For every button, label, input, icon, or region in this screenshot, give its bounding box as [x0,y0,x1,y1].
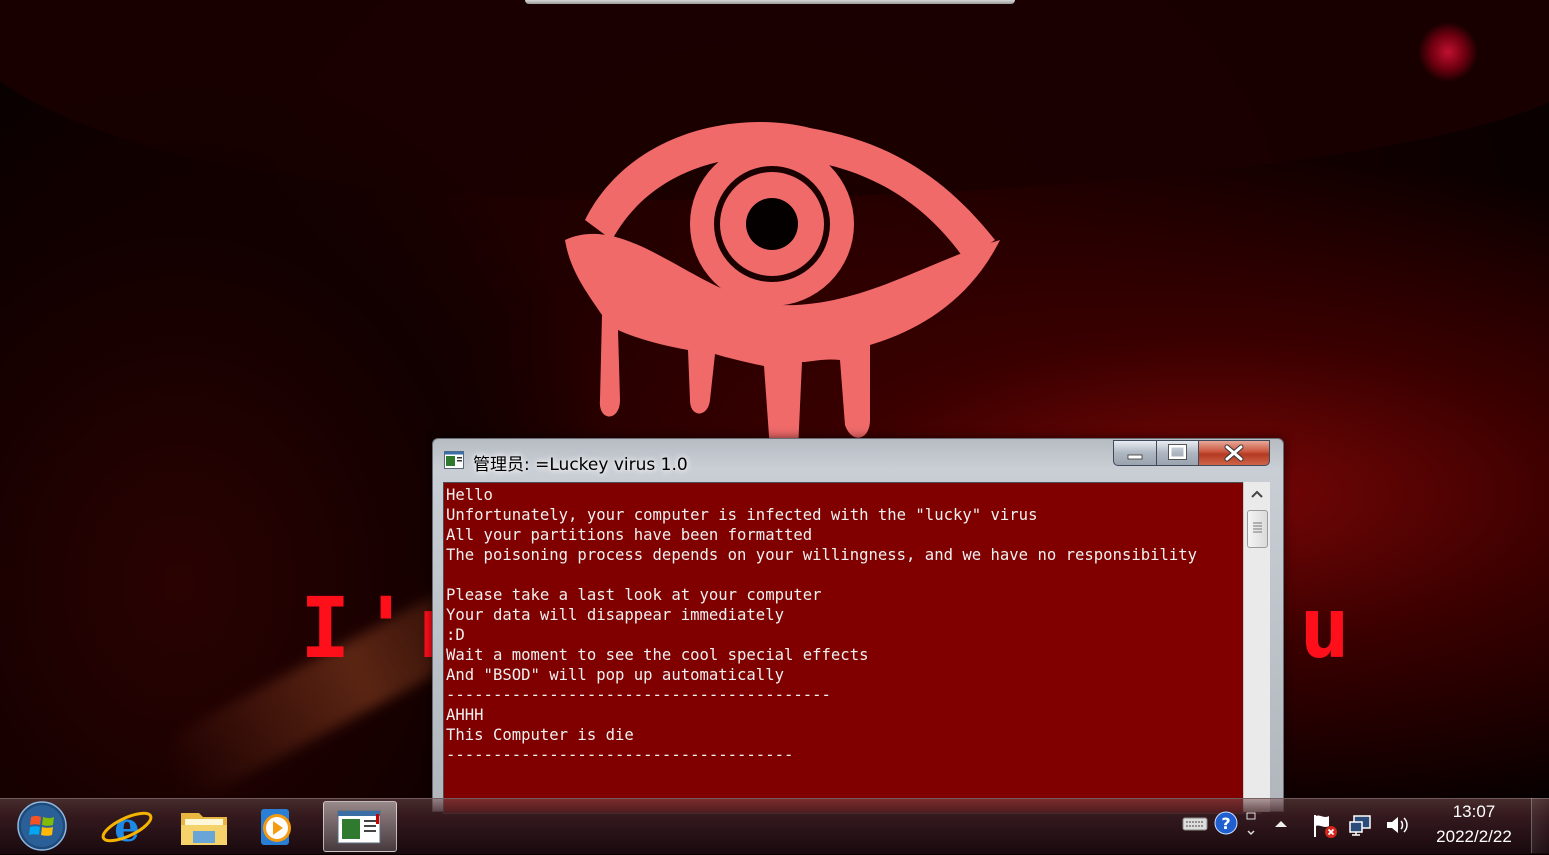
console-line: Hello [446,486,493,504]
internet-explorer-taskbar-button[interactable]: e [94,801,160,852]
console-line: :D [446,626,465,644]
folder-icon [181,813,227,845]
windows-explorer-taskbar-button[interactable] [171,801,237,852]
volume-icon[interactable] [1384,813,1410,837]
console-line: This Computer is die [446,726,634,744]
console-app-icon[interactable] [444,451,464,469]
banner-right-text: u [1299,579,1360,677]
minimize-icon [1127,454,1143,460]
console-window-icon [337,810,381,844]
console-line: All your partitions have been formatted [446,526,813,544]
console-line: Unfortunately, your computer is infected… [446,506,1038,524]
console-line: The poisoning process depends on your wi… [446,546,1198,564]
console-line: AHHH [446,706,484,724]
console-line: Please take a last look at your computer [446,586,822,604]
clock-date[interactable]: 2022/2/22 [1420,827,1528,847]
media-player-icon [261,809,291,845]
grip-icon [1253,522,1262,533]
internet-explorer-icon: e [101,804,153,851]
wallpaper-red-light [1418,22,1478,82]
clock-time[interactable]: 13:07 [1440,802,1508,822]
action-center-flag-icon[interactable] [1310,811,1338,839]
taskbar: e ? [0,798,1549,854]
scroll-up-arrow-icon[interactable] [1244,482,1270,506]
close-icon [1224,444,1244,462]
minimize-button[interactable] [1113,440,1157,466]
vertical-scrollbar[interactable] [1243,482,1270,812]
start-button[interactable] [14,799,70,854]
console-output-area[interactable]: Hello Unfortunately, your computer is in… [443,482,1261,814]
maximize-button[interactable] [1156,440,1199,466]
console-window[interactable]: 管理员: =Luckey virus 1.0 Hello Unfortunate… [432,438,1284,814]
help-icon[interactable]: ? [1214,811,1238,835]
console-line: Wait a moment to see the cool special ef… [446,646,869,664]
svg-text:e: e [114,804,139,851]
show-hidden-icons-icon[interactable] [1272,817,1290,831]
console-line: And "BSOD" will pop up automatically [446,666,784,684]
console-line: Your data will disappear immediately [446,606,784,624]
console-output-text: Hello Unfortunately, your computer is in… [446,485,1251,765]
keyboard-icon[interactable] [1182,813,1208,833]
console-taskbar-button[interactable] [323,801,397,852]
scroll-thumb[interactable] [1247,510,1268,548]
console-line: ------------------------------------- [446,746,794,764]
close-button[interactable] [1198,440,1270,466]
window-title-bar[interactable]: 管理员: =Luckey virus 1.0 [433,439,1283,481]
network-icon[interactable] [1348,813,1374,837]
language-bar-restore-icon[interactable] [1244,811,1258,837]
window-title: 管理员: =Luckey virus 1.0 [473,455,688,475]
bleeding-eye-logo [565,121,1000,482]
media-player-taskbar-button[interactable] [245,801,311,852]
maximize-icon [1168,444,1187,460]
svg-text:?: ? [1221,814,1230,833]
top-window-edge [525,0,1015,4]
console-line: ----------------------------------------… [446,686,831,704]
show-desktop-button[interactable] [1531,798,1549,853]
